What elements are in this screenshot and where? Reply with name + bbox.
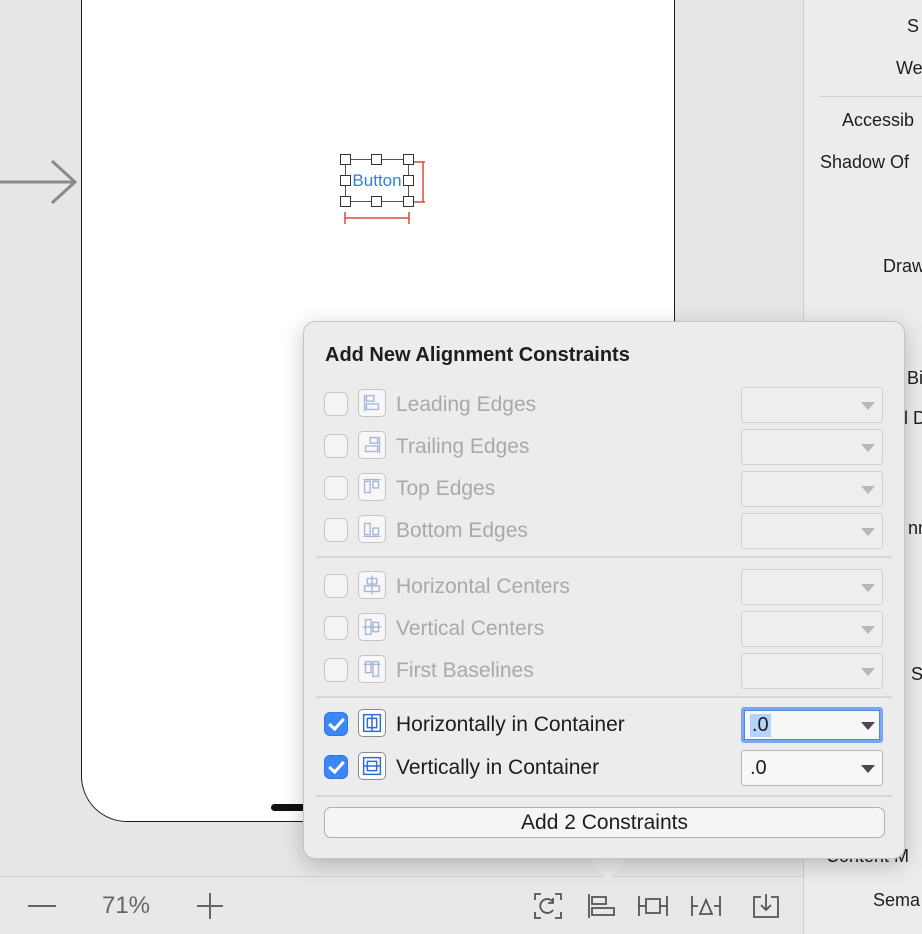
inspector-label: Bi <box>907 368 922 388</box>
alignment-constraints-popover: Add New Alignment Constraints Leading Ed… <box>303 321 905 859</box>
resize-handle[interactable] <box>403 175 414 186</box>
constraint-row-vertical-centers: Vertical Centers <box>324 611 886 647</box>
resize-handle[interactable] <box>403 154 414 165</box>
resize-handle[interactable] <box>340 196 351 207</box>
trailing-edges-icon <box>358 431 386 459</box>
horizontal-centers-dropdown[interactable] <box>741 569 883 605</box>
update-frames-button[interactable] <box>530 877 566 934</box>
horizontally-in-container-checkbox[interactable] <box>324 712 348 736</box>
zoom-in-button[interactable] <box>190 877 230 934</box>
row-label: Top Edges <box>396 477 496 500</box>
constraint-row-vertically-in-container: Vertically in Container .0 <box>324 750 886 786</box>
zoom-level[interactable]: 71% <box>92 877 160 934</box>
align-button[interactable] <box>583 877 619 934</box>
row-label: Bottom Edges <box>396 519 528 542</box>
popover-title: Add New Alignment Constraints <box>325 344 630 366</box>
leading-edges-icon <box>358 389 386 417</box>
constraint-row-leading-edges: Leading Edges <box>324 387 886 423</box>
divider <box>316 795 892 797</box>
horizontally-in-container-icon <box>358 709 386 737</box>
row-label: Horizontal Centers <box>396 575 570 598</box>
row-label: First Baselines <box>396 659 534 682</box>
inspector-label: l D <box>904 408 922 428</box>
minus-icon <box>28 905 56 907</box>
vertically-in-container-icon <box>358 752 386 780</box>
divider <box>316 556 892 558</box>
update-frames-icon <box>534 893 562 919</box>
top-edges-icon <box>358 473 386 501</box>
align-icon <box>588 894 615 918</box>
divider <box>316 696 892 698</box>
resolve-issues-button[interactable] <box>688 877 724 934</box>
inspector-label: Sema <box>873 890 921 910</box>
inspector-label: Shadow Of <box>820 152 910 172</box>
canvas-bottom-bar: 71% <box>0 876 803 934</box>
constraint-row-horizontal-centers: Horizontal Centers <box>324 569 886 605</box>
constraint-row-horizontally-in-container: Horizontally in Container .0 <box>324 707 886 743</box>
divider <box>819 96 922 97</box>
vertically-in-container-checkbox[interactable] <box>324 755 348 779</box>
vertical-centers-icon <box>358 613 386 641</box>
top-edges-checkbox[interactable] <box>324 476 348 500</box>
leading-edges-dropdown[interactable] <box>741 387 883 423</box>
popover-arrow <box>588 856 628 882</box>
inspector-label: Accessib <box>842 110 915 130</box>
resize-handle[interactable] <box>371 154 382 165</box>
initial-view-controller-arrow-icon <box>0 159 78 205</box>
vertical-centers-checkbox[interactable] <box>324 616 348 640</box>
resize-handle[interactable] <box>340 154 351 165</box>
resize-handle[interactable] <box>340 175 351 186</box>
row-label: Trailing Edges <box>396 435 530 458</box>
bottom-edges-icon <box>358 515 386 543</box>
horizontal-centers-icon <box>358 571 386 599</box>
plus-icon <box>197 893 223 919</box>
row-label: Leading Edges <box>396 393 537 416</box>
embed-in-icon <box>753 894 779 918</box>
inspector-label: We <box>896 58 922 78</box>
leading-edges-checkbox[interactable] <box>324 392 348 416</box>
vertical-centers-dropdown[interactable] <box>741 611 883 647</box>
row-label: Vertical Centers <box>396 617 545 640</box>
trailing-edges-dropdown[interactable] <box>741 429 883 465</box>
row-label: Vertically in Container <box>396 756 600 779</box>
constraint-row-trailing-edges: Trailing Edges <box>324 429 886 465</box>
horizontally-in-container-dropdown[interactable]: .0 <box>741 707 883 743</box>
inspector-label: nn <box>908 518 922 538</box>
bottom-edges-checkbox[interactable] <box>324 518 348 542</box>
constraint-row-top-edges: Top Edges <box>324 471 886 507</box>
first-baselines-icon <box>358 655 386 683</box>
top-edges-dropdown[interactable] <box>741 471 883 507</box>
horizontal-centers-checkbox[interactable] <box>324 574 348 598</box>
add-constraints-button[interactable]: Add 2 Constraints <box>324 807 885 838</box>
inspector-label: S <box>907 16 920 36</box>
resize-handle[interactable] <box>371 196 382 207</box>
constraint-row-first-baselines: First Baselines <box>324 653 886 689</box>
vertically-in-container-dropdown[interactable]: .0 <box>741 750 883 786</box>
first-baselines-dropdown[interactable] <box>741 653 883 689</box>
resolve-issues-icon <box>691 896 721 916</box>
bottom-edges-dropdown[interactable] <box>741 513 883 549</box>
zoom-out-button[interactable] <box>20 877 64 934</box>
add-constraints-button[interactable] <box>635 877 671 934</box>
constraint-row-bottom-edges: Bottom Edges <box>324 513 886 549</box>
first-baselines-checkbox[interactable] <box>324 658 348 682</box>
inspector-label: Draw <box>883 256 922 276</box>
trailing-edges-checkbox[interactable] <box>324 434 348 458</box>
embed-in-button[interactable] <box>748 877 784 934</box>
selected-button[interactable]: Button <box>340 154 414 207</box>
resize-handle[interactable] <box>403 196 414 207</box>
row-label: Horizontally in Container <box>396 713 625 736</box>
inspector-label: S <box>911 664 922 684</box>
add-constraints-icon <box>638 896 668 916</box>
